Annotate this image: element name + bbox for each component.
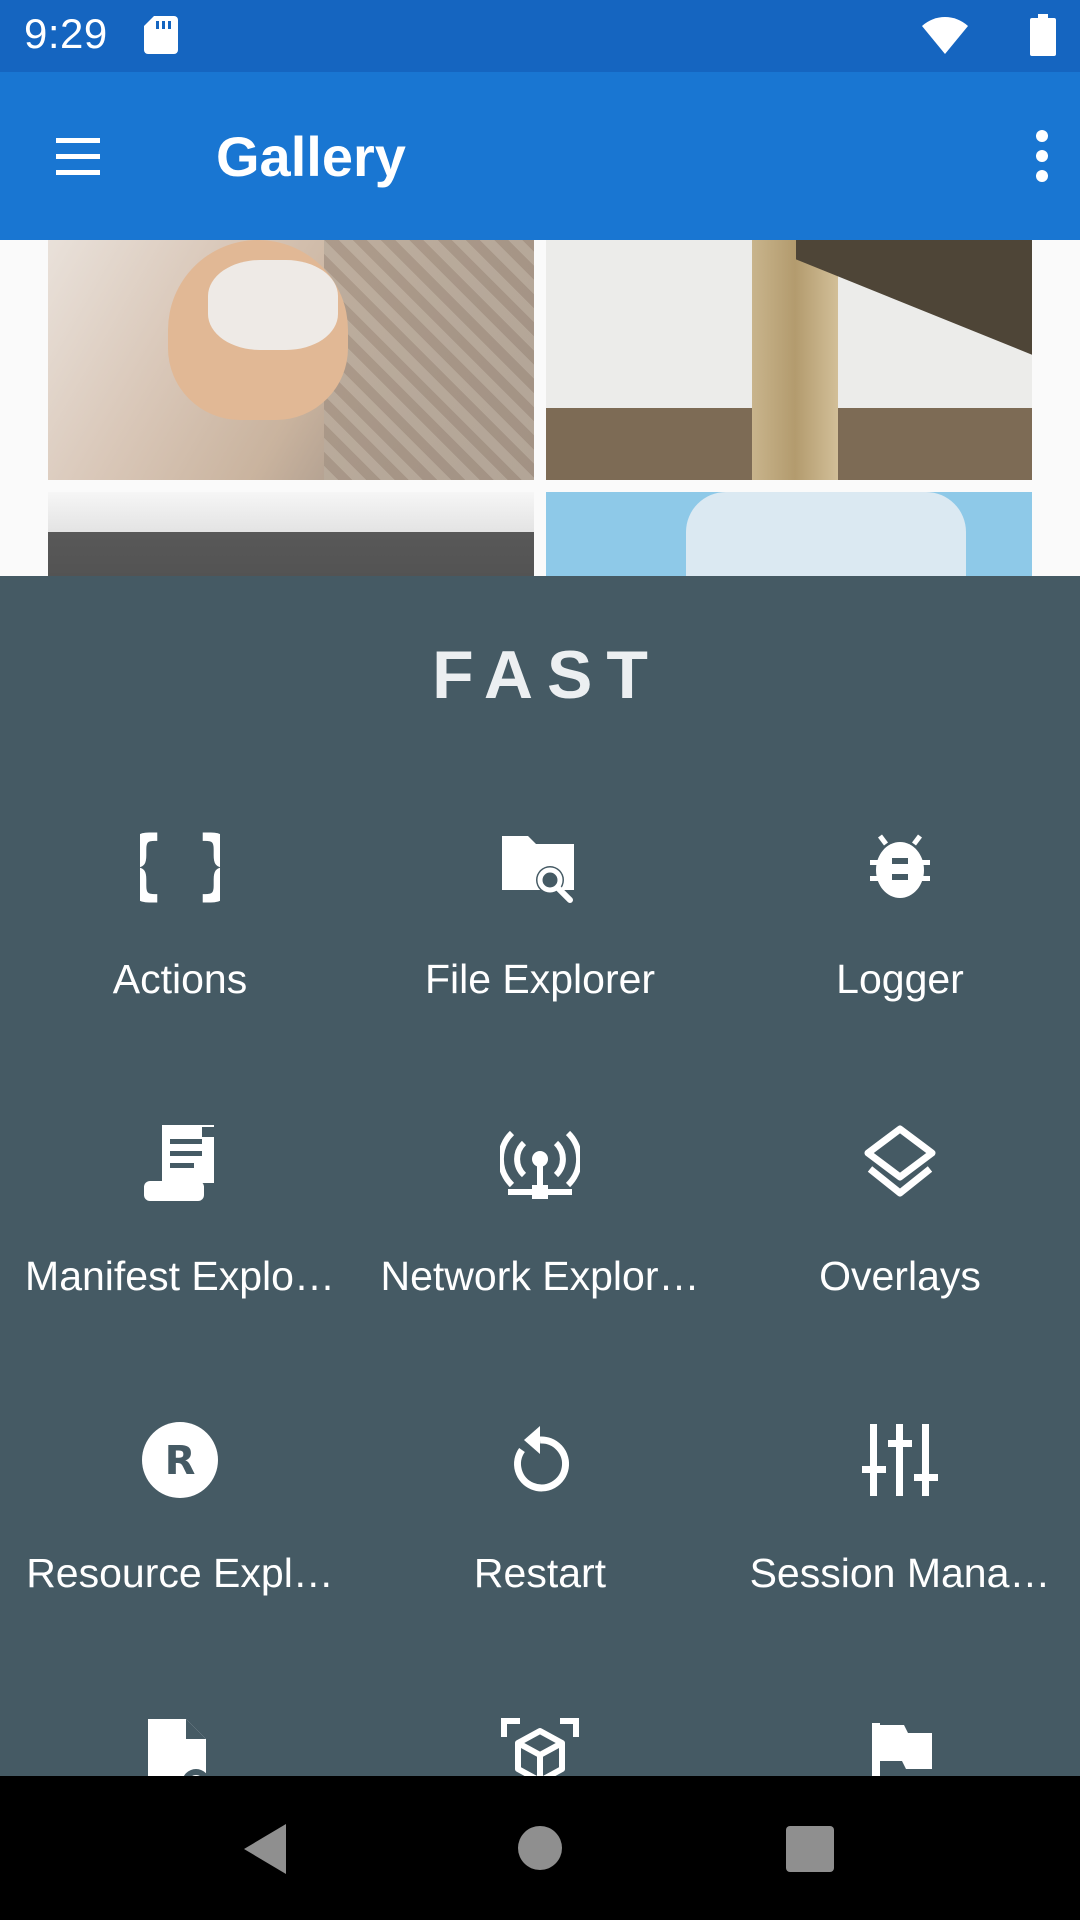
tool-file-explorer[interactable]: File Explorer: [360, 826, 720, 1123]
tool-label: File Explorer: [424, 956, 656, 1002]
page-title: Gallery: [216, 125, 406, 188]
recent-apps-icon[interactable]: [786, 1826, 834, 1872]
hamburger-menu-icon[interactable]: [42, 126, 110, 186]
tool-label: Actions: [112, 956, 248, 1002]
sd-card-icon: [144, 16, 178, 54]
restart-icon: [500, 1420, 580, 1500]
bug-icon: [860, 826, 940, 906]
home-icon[interactable]: [518, 1826, 562, 1870]
tool-session-manager[interactable]: Session Mana…: [720, 1420, 1080, 1717]
cube-scan-icon: [500, 1717, 580, 1776]
tool-manifest-explorer[interactable]: Manifest Explo…: [0, 1123, 360, 1420]
braces-icon: { }: [113, 819, 248, 908]
system-nav-bar: [0, 1776, 1080, 1920]
tool-flag[interactable]: [720, 1717, 1080, 1776]
panel-title: FAST: [432, 637, 662, 713]
gallery-photo-baby[interactable]: [48, 240, 534, 480]
file-settings-icon: [140, 1717, 220, 1776]
folder-search-icon: [500, 826, 580, 906]
tool-label: Restart: [473, 1550, 607, 1596]
tool-label: Resource Expl…: [26, 1550, 334, 1596]
gallery-photo-bw[interactable]: [48, 492, 534, 576]
tool-actions[interactable]: { } Actions: [0, 819, 360, 1123]
gallery-photo-bridge[interactable]: [546, 240, 1032, 480]
svg-text:R: R: [165, 1438, 196, 1484]
layers-icon: [860, 1123, 940, 1203]
battery-icon: [1030, 14, 1056, 56]
scroll-icon: [140, 1123, 220, 1203]
status-bar: 9:29: [0, 0, 1080, 72]
tool-label: Logger: [836, 956, 964, 1002]
tool-network-explorer[interactable]: Network Explor…: [360, 1123, 720, 1420]
status-time: 9:29: [24, 10, 108, 57]
tool-logger[interactable]: Logger: [720, 826, 1080, 1123]
wifi-icon: [922, 17, 968, 54]
tool-label: Session Mana…: [749, 1550, 1051, 1596]
fast-panel: FAST { } Actions File Explorer Logger Ma…: [0, 576, 1080, 1776]
tool-restart[interactable]: Restart: [360, 1420, 720, 1717]
resource-r-icon: R: [140, 1420, 220, 1500]
gallery-photo-shirt[interactable]: [546, 492, 1032, 576]
tool-cube-scan[interactable]: [360, 1717, 720, 1776]
more-options-icon[interactable]: [1030, 124, 1054, 188]
back-icon[interactable]: [240, 1822, 290, 1876]
tool-resource-explorer[interactable]: R Resource Expl…: [0, 1420, 360, 1717]
sliders-icon: [860, 1420, 940, 1500]
tool-label: Network Explor…: [380, 1253, 700, 1299]
tool-label: Overlays: [819, 1253, 981, 1299]
tool-overlays[interactable]: Overlays: [720, 1123, 1080, 1420]
svg-text:{ }: { }: [140, 826, 220, 906]
network-antenna-icon: [497, 1123, 583, 1203]
app-bar: Gallery: [0, 72, 1080, 240]
gallery-grid: [0, 240, 1080, 576]
tool-label: Manifest Explo…: [25, 1253, 335, 1299]
flag-icon: [860, 1717, 940, 1776]
tool-file-settings[interactable]: [0, 1717, 360, 1776]
